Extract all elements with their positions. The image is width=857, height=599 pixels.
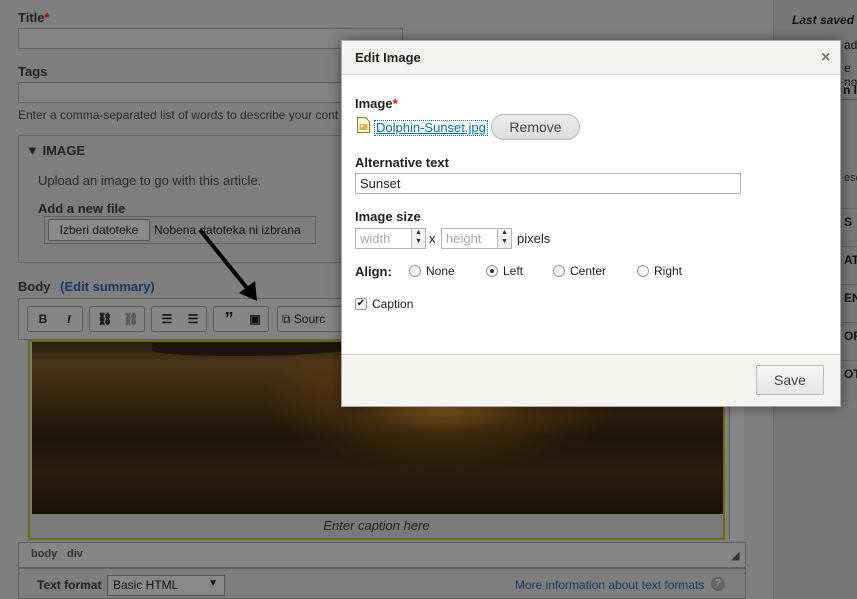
help-icon[interactable]: ? — [711, 577, 725, 591]
align-option-label: Center — [570, 264, 607, 278]
unlink-icon[interactable]: ⛓ — [120, 310, 142, 328]
align-none-radio[interactable] — [409, 265, 421, 277]
toolbar-group-format: B I — [27, 306, 83, 332]
path-item[interactable]: div — [67, 548, 83, 560]
align-label: Align: — [355, 264, 392, 279]
save-button[interactable]: Save — [756, 365, 824, 395]
image-field-label: Image* — [355, 96, 398, 111]
edit-image-dialog: Edit Image × Image* Dolphin-Sunset.jpg R… — [341, 40, 841, 407]
last-saved-label: Last saved — [792, 13, 855, 27]
body-label: Body (Edit summary) — [18, 279, 155, 294]
choose-file-button[interactable]: Izberi datoteke — [48, 219, 150, 241]
image-icon[interactable]: ▣ — [244, 310, 266, 328]
link-icon[interactable]: ⛓ — [94, 310, 116, 328]
image-file-icon — [357, 117, 370, 133]
dialog-footer: Save — [342, 354, 840, 406]
width-stepper[interactable] — [411, 229, 425, 248]
align-option-label: Left — [503, 264, 524, 278]
toolbar-group-media: ” ▣ — [213, 306, 269, 332]
align-option-label: Right — [654, 264, 683, 278]
remove-button[interactable]: Remove — [491, 114, 580, 140]
align-center-radio[interactable] — [553, 265, 565, 277]
dialog-header: Edit Image × — [342, 41, 840, 75]
title-label: Title* — [18, 10, 50, 25]
bulleted-list-icon[interactable]: ☰ — [156, 310, 178, 328]
size-separator: x — [429, 231, 436, 246]
caption-label: Caption — [372, 297, 414, 311]
add-file-label: Add a new file — [38, 201, 126, 216]
caption-checkbox[interactable]: ✔ — [355, 298, 367, 310]
sidebar-fragment[interactable]: n lo — [840, 82, 857, 100]
chevron-down-icon: ▼ — [208, 578, 218, 589]
height-stepper[interactable] — [497, 229, 511, 248]
align-left-radio[interactable] — [486, 265, 498, 277]
width-input[interactable]: width — [355, 228, 426, 249]
text-format-select[interactable]: Basic HTML ▼ — [107, 575, 225, 596]
image-description: Upload an image to go with this article. — [38, 173, 262, 188]
align-option-label: None — [426, 264, 455, 278]
toolbar-group-link: ⛓ ⛓ — [89, 306, 145, 332]
sidebar-fragment: escr — [844, 172, 857, 184]
text-format-label: Text format — [37, 578, 102, 592]
height-input[interactable]: height — [441, 228, 512, 249]
sidebar-fragment: ad — [844, 38, 857, 52]
image-file-link[interactable]: Dolphin-Sunset.jpg — [374, 120, 488, 136]
dialog-title: Edit Image — [355, 50, 421, 65]
alt-text-label: Alternative text — [355, 155, 449, 170]
italic-button[interactable]: I — [58, 310, 80, 328]
close-icon[interactable]: × — [821, 49, 830, 67]
align-right-radio[interactable] — [637, 265, 649, 277]
bold-button[interactable]: B — [32, 310, 54, 328]
toolbar-group-lists: ☰ ☰ — [151, 306, 207, 332]
size-unit: pixels — [517, 231, 551, 246]
resize-handle-icon[interactable]: ◢ — [731, 549, 739, 562]
text-format-help-link[interactable]: More information about text formats — [515, 578, 704, 592]
caption-placeholder[interactable]: Enter caption here — [28, 518, 725, 533]
element-path-bar: body div ◢ — [18, 542, 746, 568]
arrow-annotation-icon — [198, 228, 257, 301]
tags-label: Tags — [18, 64, 48, 79]
tags-description: Enter a comma-separated list of words to… — [18, 108, 339, 122]
alt-text-input[interactable]: Sunset — [355, 173, 741, 194]
numbered-list-icon[interactable]: ☰ — [182, 310, 204, 328]
edit-summary-link[interactable]: (Edit summary) — [60, 279, 155, 294]
path-item[interactable]: body — [31, 548, 57, 560]
image-legend[interactable]: ▼ IMAGE — [26, 143, 85, 158]
image-size-label: Image size — [355, 209, 421, 224]
blockquote-icon[interactable]: ” — [218, 310, 240, 328]
